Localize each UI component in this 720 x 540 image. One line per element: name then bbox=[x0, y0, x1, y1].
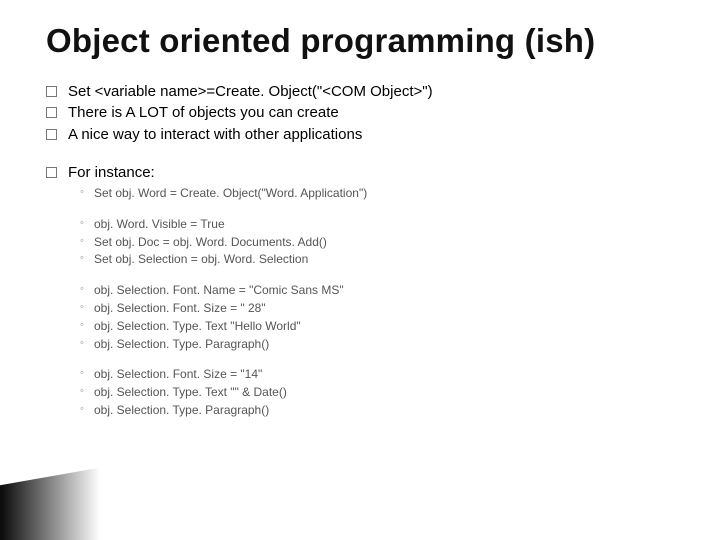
bullet-item: A nice way to interact with other applic… bbox=[44, 125, 686, 145]
sub-list: obj. Selection. Font. Size = "14" obj. S… bbox=[80, 366, 686, 418]
slide-title: Object oriented programming (ish) bbox=[46, 22, 686, 60]
sub-item: obj. Selection. Type. Paragraph() bbox=[80, 336, 686, 353]
corner-decoration bbox=[0, 468, 100, 540]
bullet-list: Set <variable name>=Create. Object("<COM… bbox=[44, 82, 686, 419]
sub-item: obj. Selection. Font. Size = " 28" bbox=[80, 300, 686, 317]
sub-item: Set obj. Selection = obj. Word. Selectio… bbox=[80, 251, 686, 268]
sub-item: obj. Selection. Font. Name = "Comic Sans… bbox=[80, 282, 686, 299]
sub-item: obj. Selection. Font. Size = "14" bbox=[80, 366, 686, 383]
sub-item: obj. Word. Visible = True bbox=[80, 216, 686, 233]
sub-list: obj. Word. Visible = True Set obj. Doc =… bbox=[80, 216, 686, 268]
sub-item: obj. Selection. Type. Text "" & Date() bbox=[80, 384, 686, 401]
sub-item: obj. Selection. Type. Paragraph() bbox=[80, 402, 686, 419]
sub-item: obj. Selection. Type. Text "Hello World" bbox=[80, 318, 686, 335]
bullet-item: There is A LOT of objects you can create bbox=[44, 103, 686, 123]
sub-item: Set obj. Word = Create. Object("Word. Ap… bbox=[80, 185, 686, 202]
for-instance-label: For instance: bbox=[68, 164, 155, 181]
sub-list: Set obj. Word = Create. Object("Word. Ap… bbox=[80, 185, 686, 202]
bullet-item-forinstance: For instance: Set obj. Word = Create. Ob… bbox=[44, 163, 686, 419]
slide: Object oriented programming (ish) Set <v… bbox=[0, 0, 720, 419]
sub-item: Set obj. Doc = obj. Word. Documents. Add… bbox=[80, 234, 686, 251]
sub-list: obj. Selection. Font. Name = "Comic Sans… bbox=[80, 282, 686, 352]
bullet-item: Set <variable name>=Create. Object("<COM… bbox=[44, 82, 686, 102]
